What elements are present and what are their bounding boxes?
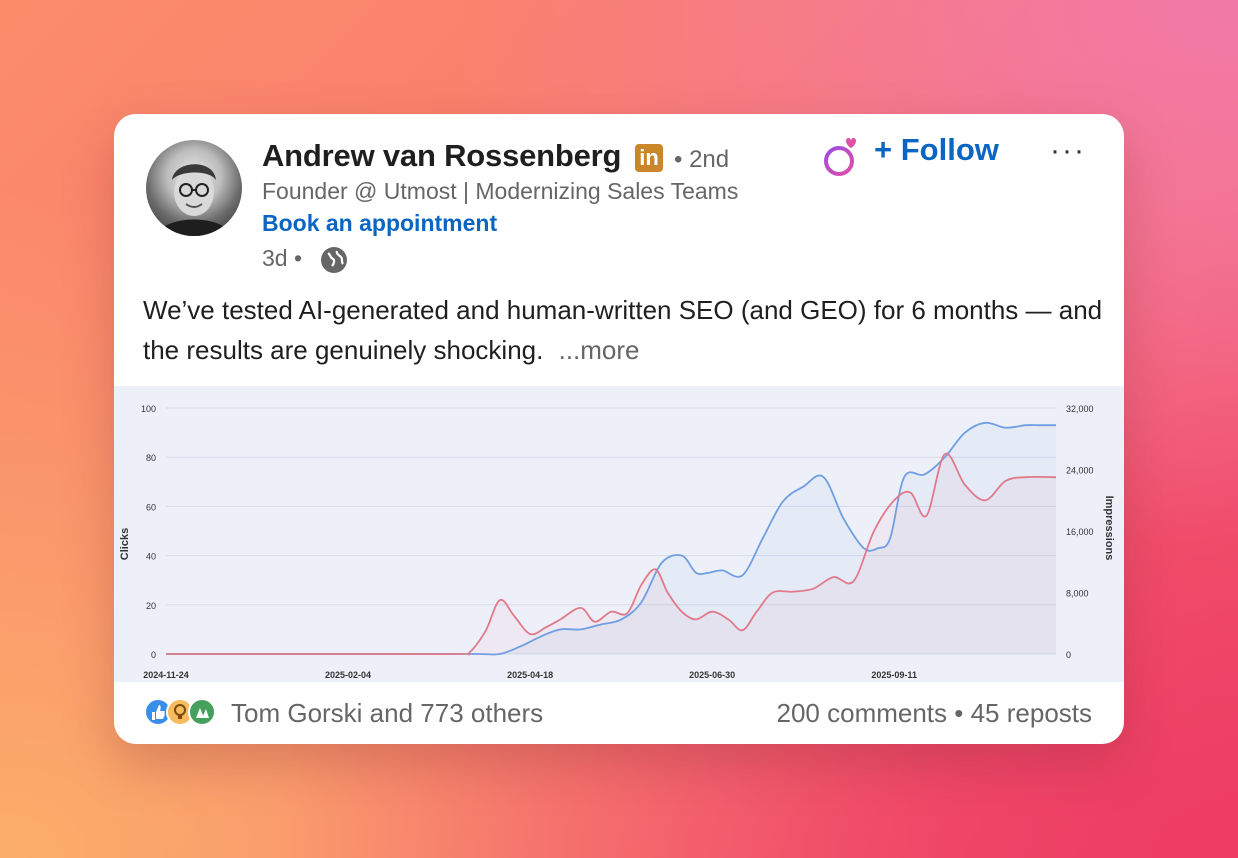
reaction-summary[interactable]: Tom Gorski and 773 others	[231, 698, 543, 729]
author-headline: Founder @ Utmost | Modernizing Sales Tea…	[262, 178, 739, 204]
y-tick-label: 0	[151, 650, 156, 660]
heart-ring-icon	[824, 138, 856, 176]
y2-tick-label: 8,000	[1066, 589, 1089, 599]
follow-button[interactable]: + Follow	[874, 132, 999, 168]
y2-tick-label: 32,000	[1066, 404, 1094, 414]
celebrate-icon	[188, 698, 216, 726]
y2-tick-label: 16,000	[1066, 527, 1094, 537]
chart-image[interactable]: 0 20 40 60 80 100 0 8,000 16,000 24,000 32,000 2024…	[114, 386, 1124, 682]
avatar-photo	[156, 164, 232, 236]
reposts-count[interactable]: 45 reposts	[971, 698, 1092, 728]
post-text: We’ve tested AI-generated and human-writ…	[143, 290, 1103, 370]
y-tick-label: 80	[146, 453, 156, 463]
y-tick-label: 60	[146, 502, 156, 512]
post-card: Andrew van Rossenberg in • 2nd Founder @…	[114, 114, 1124, 744]
y2-axis-label: Impressions	[1103, 496, 1115, 561]
globe-icon	[321, 247, 347, 273]
x-tick-label: 2025-06-30	[689, 670, 735, 680]
linkedin-premium-icon: in	[635, 144, 663, 172]
book-appointment-link[interactable]: Book an appointment	[262, 210, 497, 237]
y2-tick-label: 24,000	[1066, 466, 1094, 476]
y-tick-label: 100	[141, 404, 156, 414]
y-axis-label: Clicks	[119, 528, 131, 560]
y-tick-label: 20	[146, 601, 156, 611]
see-more-link[interactable]: ...more	[559, 335, 640, 365]
author-avatar[interactable]	[146, 140, 242, 236]
y-tick-label: 40	[146, 552, 156, 562]
post-age: 3d •	[262, 245, 303, 271]
y2-tick-label: 0	[1066, 650, 1071, 660]
more-options-button[interactable]: ···	[1050, 134, 1086, 168]
count-separator: •	[947, 698, 971, 728]
connection-degree: • 2nd	[674, 146, 730, 173]
line-chart: 0 20 40 60 80 100 0 8,000 16,000 24,000 32,000 2024…	[119, 404, 1115, 680]
x-tick-label: 2025-02-04	[325, 670, 371, 680]
x-tick-label: 2025-04-18	[507, 670, 553, 680]
x-tick-label: 2025-09-11	[871, 670, 917, 680]
author-name[interactable]: Andrew van Rossenberg	[262, 138, 621, 174]
engagement-counts: 200 comments • 45 reposts	[777, 698, 1093, 729]
comments-count[interactable]: 200 comments	[777, 698, 948, 728]
x-tick-label: 2024-11-24	[143, 670, 189, 680]
